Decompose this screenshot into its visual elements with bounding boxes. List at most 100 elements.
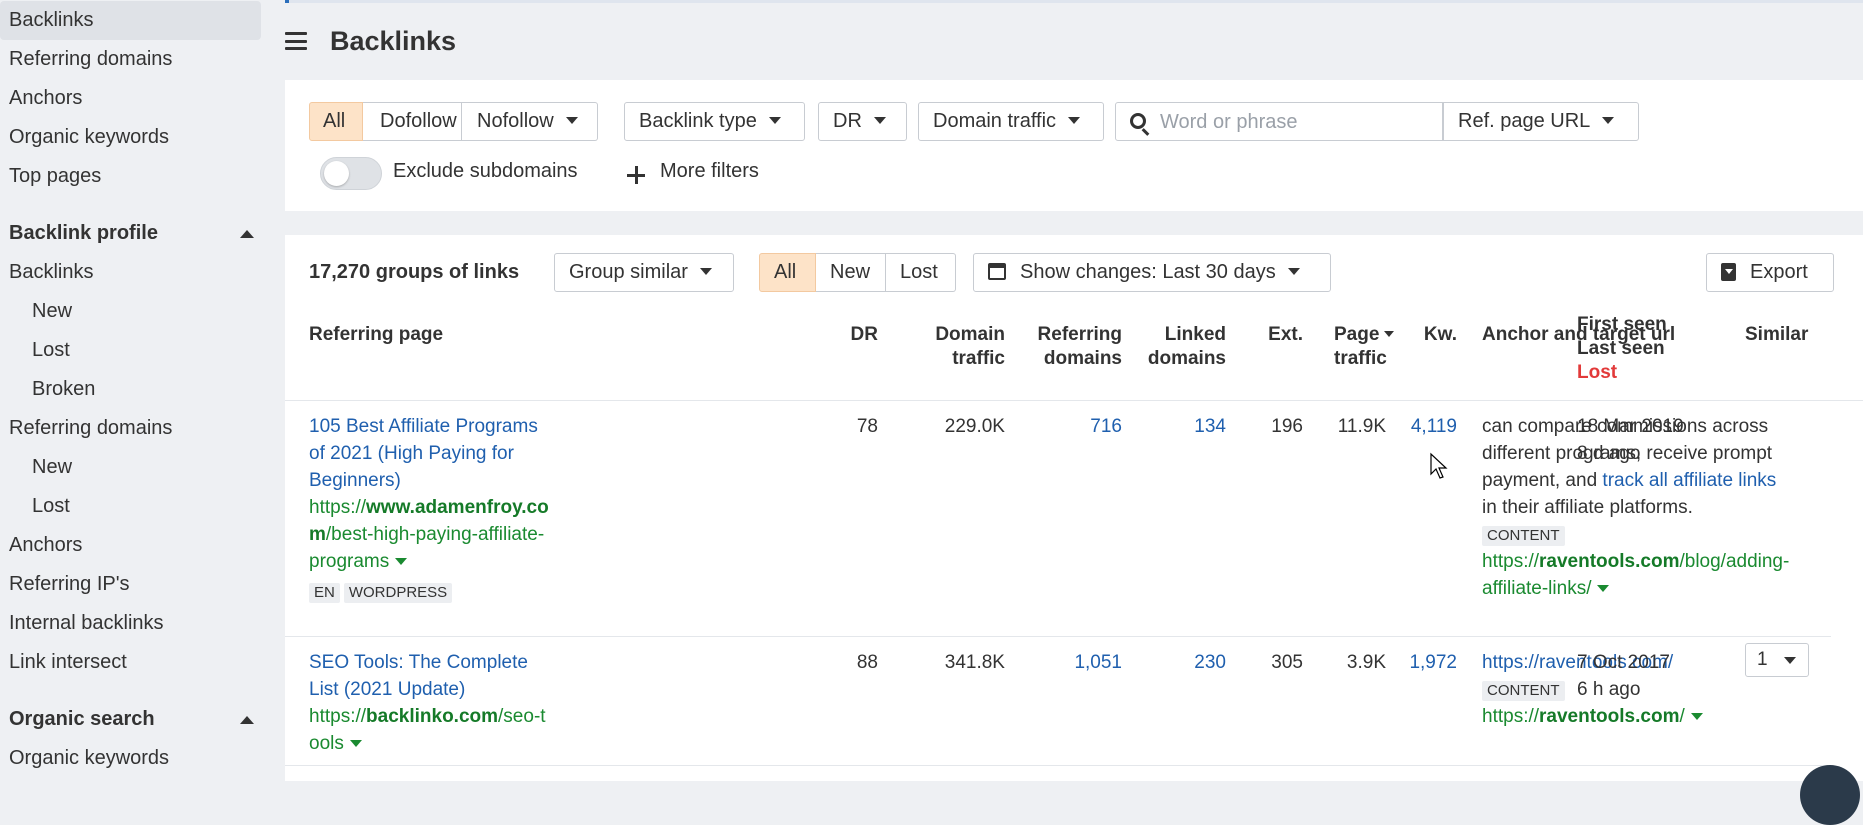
tag-content: CONTENT xyxy=(1482,681,1565,701)
chevron-down-icon[interactable] xyxy=(1690,713,1703,720)
plus-icon[interactable] xyxy=(627,166,645,184)
table-row-2-referring-page: SEO Tools: The Complete List (2021 Updat… xyxy=(309,649,549,757)
col-domain-traffic[interactable]: Domain traffic xyxy=(905,323,1005,371)
filter-domain-traffic-dropdown[interactable]: Domain traffic xyxy=(918,102,1104,141)
filter-dofollow-button[interactable]: Dofollow xyxy=(363,102,462,141)
sidebar-item-top-pages[interactable]: Top pages xyxy=(0,157,261,196)
sidebar-item-internal-backlinks[interactable]: Internal backlinks xyxy=(0,604,261,643)
chevron-down-icon[interactable] xyxy=(395,558,408,565)
export-button[interactable]: Export xyxy=(1706,253,1834,292)
row-2-url-link[interactable]: https://backlinko.com/seo-tools xyxy=(309,703,549,757)
chat-widget-icon[interactable] xyxy=(1800,765,1860,825)
filter-all-button[interactable]: All xyxy=(309,102,363,141)
row-1-last-seen: 8 d ago xyxy=(1577,443,1641,464)
mouse-cursor-icon xyxy=(1430,452,1448,479)
row-1-page-traffic: 11.9K xyxy=(1337,416,1386,437)
col-page-traffic[interactable]: Page traffic xyxy=(1334,323,1404,371)
sidebar-item-anchors-profile[interactable]: Anchors xyxy=(0,526,261,565)
sidebar-item-anchors[interactable]: Anchors xyxy=(0,79,261,118)
sidebar-item-referring-domains-profile[interactable]: Referring domains xyxy=(0,409,261,448)
section-backlink-profile[interactable]: Backlink profile xyxy=(9,214,254,253)
sort-desc-icon xyxy=(1384,331,1395,337)
row-1-kw[interactable]: 4,119 xyxy=(1389,413,1457,440)
sidebar-item-link-intersect[interactable]: Link intersect xyxy=(0,643,261,682)
row-2-domain-traffic: 341.8K xyxy=(944,652,1005,673)
changes-lost-button[interactable]: Lost xyxy=(886,253,956,292)
sidebar-item-refdomains-new[interactable]: New xyxy=(0,448,261,487)
row-divider xyxy=(285,636,1831,637)
row-1-seen: 18 Mar 2019 8 d ago xyxy=(1577,413,1684,467)
sidebar-item-organic-keywords[interactable]: Organic keywords xyxy=(0,118,261,157)
search-icon xyxy=(1130,113,1146,129)
tag-platform: WORDPRESS xyxy=(343,583,453,603)
header-divider xyxy=(285,400,1863,401)
top-progress-line xyxy=(285,0,1863,3)
tag-content: CONTENT xyxy=(1482,526,1565,546)
hamburger-menu-icon[interactable] xyxy=(285,32,307,50)
col-referring-page[interactable]: Referring page xyxy=(309,323,443,347)
row-divider xyxy=(285,765,1831,766)
filter-backlink-type-dropdown[interactable]: Backlink type xyxy=(624,102,805,141)
exclude-subdomains-toggle[interactable] xyxy=(320,157,382,190)
filter-dr-dropdown[interactable]: DR xyxy=(818,102,907,141)
row-2-linked-domains[interactable]: 230 xyxy=(1125,649,1226,676)
changes-all-button[interactable]: All xyxy=(759,253,816,292)
sidebar-item-backlinks-new[interactable]: New xyxy=(0,292,261,331)
sidebar: Backlinks Referring domains Anchors Orga… xyxy=(0,0,271,781)
show-changes-label: Show changes: Last 30 days xyxy=(1020,261,1276,283)
section-title: Organic search xyxy=(9,708,155,730)
show-changes-dropdown[interactable]: Show changes: Last 30 days xyxy=(973,253,1331,292)
row-1-title-link[interactable]: 105 Best Affiliate Programs of 2021 (Hig… xyxy=(309,413,549,494)
row-2-page-traffic: 3.9K xyxy=(1346,652,1386,673)
more-filters-button[interactable]: More filters xyxy=(660,160,759,183)
col-referring-domains-line1: Referring xyxy=(1037,324,1122,345)
chevron-up-icon xyxy=(240,230,254,238)
row-2-first-seen: 7 Oct 2017 xyxy=(1577,652,1670,673)
row-1-target-url[interactable]: https://raventools.com/blog/adding-affil… xyxy=(1482,548,1794,602)
col-first-seen: First seen xyxy=(1577,314,1667,335)
col-kw[interactable]: Kw. xyxy=(1405,323,1457,347)
col-seen[interactable]: First seen Last seen Lost xyxy=(1577,313,1667,385)
sidebar-item-refdomains-lost[interactable]: Lost xyxy=(0,487,261,526)
chevron-up-icon xyxy=(240,716,254,724)
row-2-kw[interactable]: 1,972 xyxy=(1389,649,1457,676)
col-linked-domains[interactable]: Linked domains xyxy=(1125,323,1226,371)
filter-ref-page-url-dropdown[interactable]: Ref. page URL xyxy=(1443,102,1639,141)
export-label: Export xyxy=(1750,261,1808,283)
row-2-target-url[interactable]: https://raventools.com/ xyxy=(1482,703,1794,730)
sidebar-item-backlinks-profile[interactable]: Backlinks xyxy=(0,253,261,292)
row-1-dr: 78 xyxy=(856,416,878,437)
section-organic-search[interactable]: Organic search xyxy=(9,700,254,739)
col-similar[interactable]: Similar xyxy=(1745,323,1808,347)
chevron-down-icon[interactable] xyxy=(1597,585,1610,592)
col-referring-domains-line2: domains xyxy=(1043,348,1122,369)
row-2-title-link[interactable]: SEO Tools: The Complete List (2021 Updat… xyxy=(309,649,549,703)
sidebar-item-organic-keywords-search[interactable]: Organic keywords xyxy=(0,739,261,778)
sidebar-item-referring-domains[interactable]: Referring domains xyxy=(0,40,261,79)
row-1-anchor-tag-wrap: CONTENT xyxy=(1482,521,1794,548)
row-1-tags: EN WORDPRESS xyxy=(309,578,549,605)
results-panel: 17,270 groups of links Group similar All… xyxy=(285,235,1863,825)
row-1-referring-domains[interactable]: 716 xyxy=(1005,413,1122,440)
chevron-down-icon[interactable] xyxy=(349,740,362,747)
row-1-linked-domains[interactable]: 134 xyxy=(1125,413,1226,440)
changes-new-button[interactable]: New xyxy=(816,253,886,292)
col-dr[interactable]: DR xyxy=(818,323,878,347)
col-ext[interactable]: Ext. xyxy=(1245,323,1303,347)
sidebar-item-backlinks[interactable]: Backlinks xyxy=(0,1,261,40)
search-field[interactable] xyxy=(1115,102,1443,141)
group-similar-dropdown[interactable]: Group similar xyxy=(554,253,734,292)
sidebar-item-backlinks-lost[interactable]: Lost xyxy=(0,331,261,370)
row-1-anchor-link[interactable]: track all affiliate links xyxy=(1602,470,1776,491)
row-1-url-link[interactable]: https://www.adamenfroy.com/best-high-pay… xyxy=(309,494,549,575)
row-2-similar-dropdown[interactable]: 1 xyxy=(1745,643,1809,677)
sidebar-item-referring-ips[interactable]: Referring IP's xyxy=(0,565,261,604)
col-lost: Lost xyxy=(1577,362,1618,383)
search-input[interactable] xyxy=(1160,109,1430,135)
sidebar-item-backlinks-broken[interactable]: Broken xyxy=(0,370,261,409)
col-referring-domains[interactable]: Referring domains xyxy=(1005,323,1122,371)
filter-nofollow-dropdown[interactable]: Nofollow xyxy=(462,102,598,141)
col-last-seen: Last seen xyxy=(1577,338,1665,359)
row-1-first-seen: 18 Mar 2019 xyxy=(1577,416,1684,437)
row-2-referring-domains[interactable]: 1,051 xyxy=(1005,649,1122,676)
